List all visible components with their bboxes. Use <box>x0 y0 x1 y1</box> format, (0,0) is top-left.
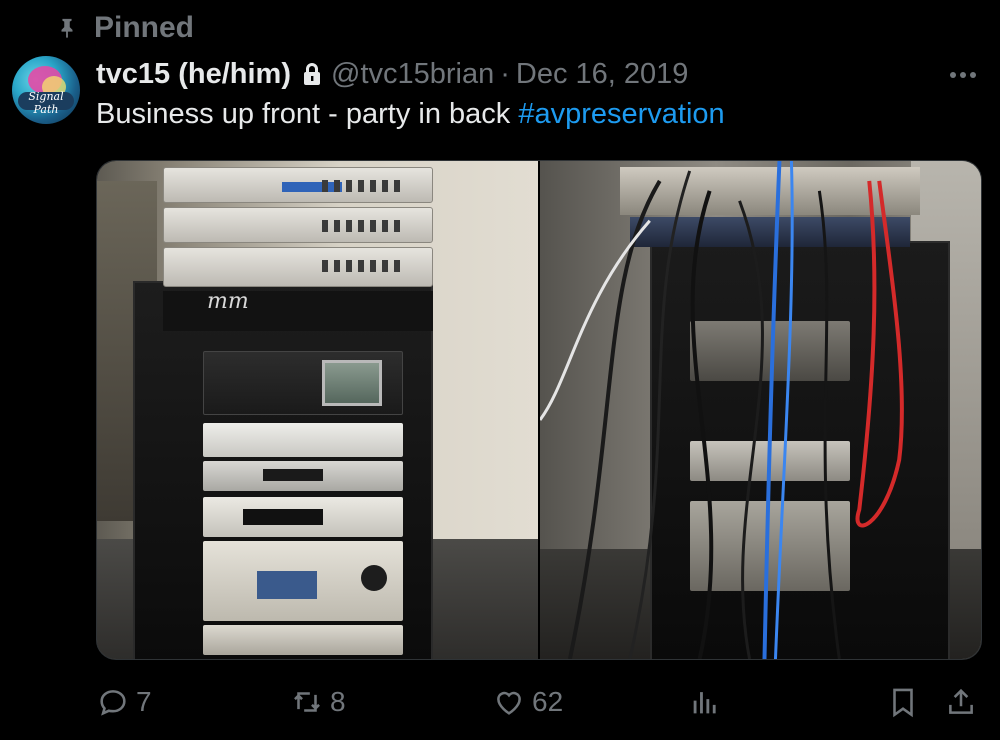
hashtag-link[interactable]: #avpreservation <box>518 98 724 130</box>
pinned-label: Pinned <box>94 11 195 44</box>
retweet-icon <box>294 692 320 712</box>
bookmark-icon <box>893 688 913 718</box>
author-display-name[interactable]: tvc15 (he/him) <box>96 58 291 91</box>
tweet-body: Business up front - party in back <box>96 98 511 130</box>
avatar[interactable]: Signal Path <box>12 56 80 124</box>
media-grid: mm <box>96 160 982 660</box>
views-button[interactable] <box>688 680 722 724</box>
separator-dot: · <box>500 57 510 90</box>
analytics-icon <box>693 692 716 714</box>
cables-graphic <box>540 161 904 659</box>
reply-count: 7 <box>136 686 152 717</box>
reply-button[interactable]: 7 <box>96 680 152 724</box>
more-options-button[interactable] <box>946 60 980 90</box>
like-button[interactable]: 62 <box>492 680 563 724</box>
more-dot-icon <box>950 72 956 78</box>
heart-icon <box>497 691 521 715</box>
back-of-rack-photo[interactable] <box>540 161 981 659</box>
tweet-card[interactable]: Pinned Signal Path tvc15 (he/him) @tvc15… <box>0 0 1000 740</box>
like-count: 62 <box>532 686 564 717</box>
tweet-text: Business up front - party in back #avpre… <box>96 98 725 131</box>
more-dot-icon <box>970 72 976 78</box>
retweet-button[interactable]: 8 <box>290 680 346 724</box>
tweet-header: tvc15 (he/him) @tvc15brian · Dec 16, 201… <box>96 54 688 94</box>
reply-icon <box>100 690 126 716</box>
avatar-text: Signal Path <box>28 90 64 116</box>
author-handle[interactable]: @tvc15brian <box>331 58 494 91</box>
bookmark-button[interactable] <box>886 680 920 724</box>
retweet-count: 8 <box>330 686 346 717</box>
tweet-date[interactable]: Dec 16, 2019 <box>516 58 689 91</box>
more-dot-icon <box>960 72 966 78</box>
action-bar: 7 8 62 <box>96 680 982 724</box>
lock-icon <box>304 63 320 85</box>
pin-icon <box>61 18 73 39</box>
rack-logo: mm <box>207 289 249 314</box>
pinned-indicator: Pinned <box>56 10 194 46</box>
front-of-rack-photo[interactable]: mm <box>97 161 538 659</box>
share-icon <box>949 688 973 714</box>
share-button[interactable] <box>944 680 978 724</box>
